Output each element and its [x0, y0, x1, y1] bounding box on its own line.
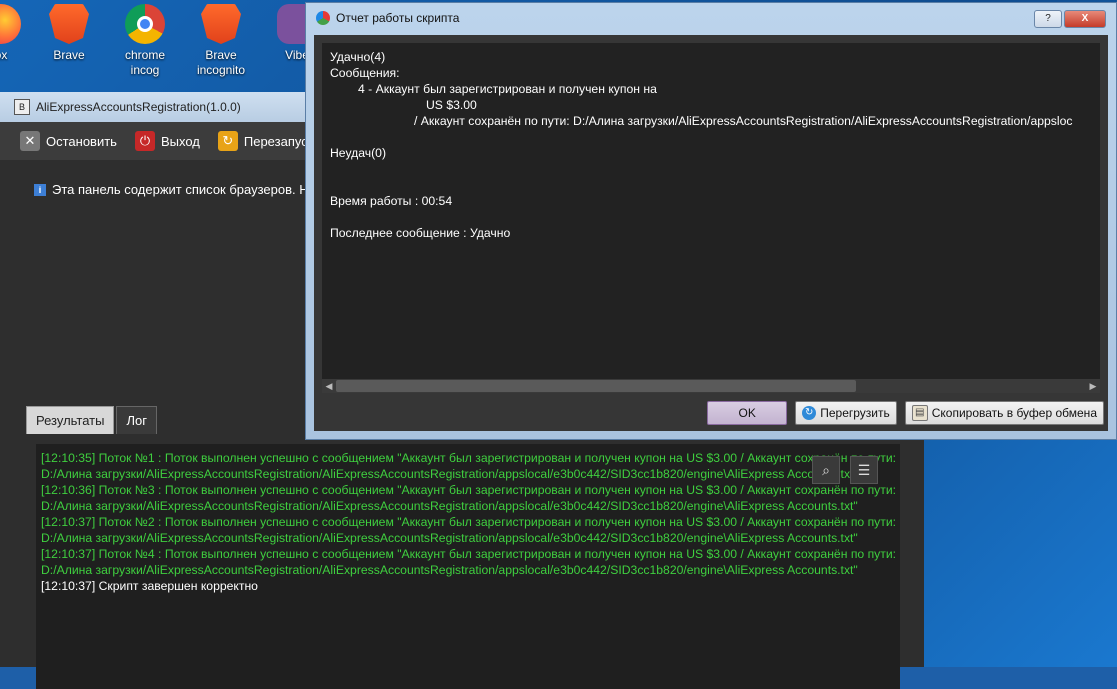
desktop-icon-brave[interactable]: Brave [38, 2, 100, 63]
exit-label: Выход [160, 133, 200, 149]
log-text: [12:10:35] Поток №1 : Поток выполнен усп… [41, 450, 897, 594]
report-last-message: Последнее сообщение : Удачно [330, 226, 511, 240]
desktop-icon-label: incognito [196, 63, 246, 77]
report-runtime: Время работы : 00:54 [330, 194, 453, 208]
report-text-area[interactable]: Удачно(4) Сообщения: 4 - Аккаунт был зар… [322, 43, 1100, 393]
desktop-icon-chrome-incog[interactable]: chrome incog [114, 2, 176, 78]
ok-button[interactable]: OK [707, 401, 788, 425]
report-messages-label: Сообщения: [330, 66, 400, 80]
report-message-line: 4 - Аккаунт был зарегистрирован и получе… [358, 82, 657, 96]
tab-results[interactable]: Результаты [26, 406, 115, 434]
brave-icon [201, 4, 241, 44]
dialog-content: Удачно(4) Сообщения: 4 - Аккаунт был зар… [314, 35, 1108, 431]
horizontal-scrollbar[interactable]: ◀ ▶ [322, 379, 1100, 393]
report-fail: Неудач(0) [330, 146, 386, 160]
menu-icon[interactable]: ☰ [850, 456, 878, 484]
copy-label: Скопировать в буфер обмена [931, 406, 1097, 420]
desktop-icon-label: Brave [53, 48, 85, 62]
scroll-left-icon[interactable]: ◀ [322, 379, 336, 393]
power-icon: ⏻ [134, 131, 155, 151]
scroll-right-icon[interactable]: ▶ [1086, 379, 1100, 393]
log-line: [12:10:37] Поток №4 : Поток выполнен усп… [41, 547, 897, 577]
log-line: [12:10:37] Поток №2 : Поток выполнен усп… [41, 515, 897, 545]
dialog-buttons: OK ↻ Перегрузить ▤ Скопировать в буфер о… [707, 401, 1104, 425]
desktop-icon-label: ox [0, 48, 8, 62]
stop-button[interactable]: ✕ Остановить [20, 131, 117, 151]
reload-button[interactable]: ↻ Перегрузить [795, 401, 897, 425]
app-icon: B [14, 99, 30, 115]
desktop-icon-brave-incognito[interactable]: Brave incognito [190, 2, 252, 78]
restart-icon: ↻ [217, 131, 238, 151]
clipboard-icon: ▤ [911, 405, 928, 421]
report-message-line: US $3.00 [426, 98, 477, 112]
help-button[interactable]: ? [1034, 10, 1062, 28]
main-window-title: AliExpressAccountsRegistration(1.0.0) [36, 100, 241, 114]
info-icon: i [34, 183, 46, 196]
scrollbar-thumb[interactable] [336, 380, 856, 392]
refresh-icon: ↻ [802, 406, 817, 420]
brave-icon [49, 4, 89, 44]
stop-icon: ✕ [20, 131, 40, 151]
info-line: i Эта панель содержит список браузеров. … [34, 182, 309, 197]
dialog-titlebar[interactable]: Отчет работы скрипта [306, 3, 1116, 33]
dialog-title: Отчет работы скрипта [336, 11, 460, 25]
ok-label: OK [738, 406, 756, 420]
desktop-icon-label: incog [130, 63, 160, 77]
app-logo-icon [316, 11, 330, 25]
reload-label: Перегрузить [820, 406, 890, 420]
log-line: [12:10:37] Скрипт завершен корректно [41, 579, 258, 593]
log-tools: ⌕ ☰ [812, 456, 878, 484]
info-text: Эта панель содержит список браузеров. Н [52, 182, 309, 197]
report-message-line: / Аккаунт сохранён по пути: D:/Алина заг… [414, 114, 1073, 128]
tab-bar: Результаты Лог [26, 406, 157, 434]
restart-button[interactable]: ↻ Перезапус [217, 131, 308, 151]
desktop-icon-firefox[interactable]: ox [0, 2, 32, 63]
log-line: [12:10:35] Поток №1 : Поток выполнен усп… [41, 451, 897, 481]
stop-label: Остановить [46, 133, 117, 149]
restart-label: Перезапус [243, 133, 308, 149]
chrome-icon [125, 4, 165, 44]
dialog-window-controls: ? X [1034, 10, 1106, 28]
desktop-icon-label: chrome [124, 48, 165, 62]
script-report-dialog: Отчет работы скрипта ? X Удачно(4) Сообщ… [305, 2, 1117, 440]
copy-to-clipboard-button[interactable]: ▤ Скопировать в буфер обмена [904, 401, 1104, 425]
exit-button[interactable]: ⏻ Выход [134, 131, 200, 151]
close-button[interactable]: X [1064, 10, 1106, 28]
log-line: [12:10:36] Поток №3 : Поток выполнен усп… [41, 483, 897, 513]
tab-log[interactable]: Лог [116, 406, 157, 434]
desktop-icon-label: Brave [205, 48, 237, 62]
search-icon[interactable]: ⌕ [812, 456, 840, 484]
report-success: Удачно(4) [330, 50, 386, 64]
log-panel[interactable]: [12:10:35] Поток №1 : Поток выполнен усп… [36, 444, 900, 689]
firefox-icon [0, 4, 21, 44]
